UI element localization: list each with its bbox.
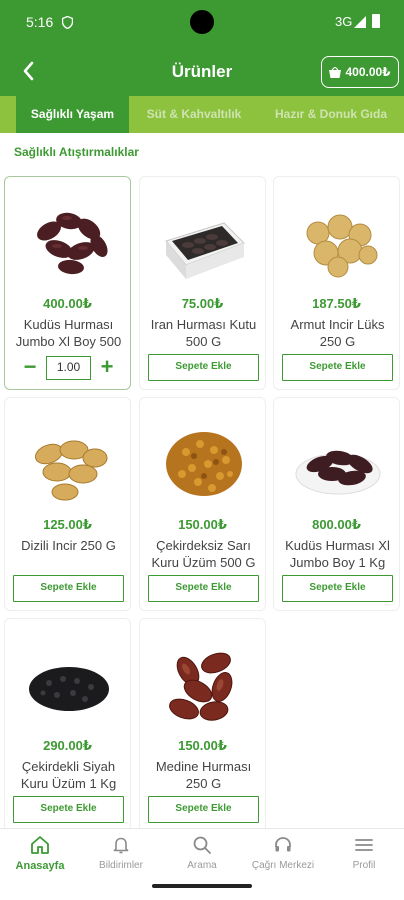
- product-name: Çekirdekli Siyah Kuru Üzüm 1 Kg: [20, 759, 117, 791]
- status-bar: 5:16 3G: [0, 0, 404, 46]
- bell-icon: [113, 837, 129, 854]
- product-card[interactable]: 800.00₺ Kudüs Hurması Xl Jumbo Boy 1 Kg …: [273, 397, 400, 611]
- product-price: 75.00₺: [181, 296, 224, 311]
- nav-notifications[interactable]: Bildirimler: [81, 829, 161, 877]
- golden-raisins-icon: [166, 432, 242, 496]
- tab-sut-kahvaltilik[interactable]: Süt & Kahvaltılık: [134, 96, 254, 133]
- cart-total-label: 400.00₺: [345, 65, 391, 79]
- boxed-dates-icon: [165, 222, 245, 279]
- dried-figs-icon: [306, 214, 378, 278]
- medjool-dates-icon: [169, 652, 233, 721]
- product-name: Iran Hurması Kutu 500 G: [150, 317, 257, 349]
- product-card[interactable]: 400.00₺ Kudüs Hurması Jumbo Xl Boy 500 −…: [4, 176, 131, 390]
- battery-icon: [372, 14, 380, 28]
- add-to-cart-button[interactable]: Sepete Ekle: [148, 354, 259, 381]
- headset-icon: [275, 837, 291, 852]
- app-bar: Ürünler 400.00₺: [0, 46, 404, 96]
- dates-plate-icon: [295, 450, 381, 495]
- nav-home[interactable]: Anasayfa: [0, 829, 80, 877]
- increase-quantity-button[interactable]: +: [94, 356, 120, 380]
- black-raisins-icon: [29, 667, 109, 711]
- add-to-cart-button[interactable]: Sepete Ekle: [148, 575, 259, 602]
- home-indicator[interactable]: [152, 884, 252, 888]
- product-price: 290.00₺: [43, 738, 92, 753]
- camera-cutout: [190, 10, 214, 34]
- shield-icon: [62, 16, 73, 29]
- product-card[interactable]: 187.50₺ Armut Incir Lüks 250 G Sepete Ek…: [273, 176, 400, 390]
- product-price: 150.00₺: [178, 738, 227, 753]
- product-name: Çekirdeksiz Sarı Kuru Üzüm 500 G: [151, 538, 256, 570]
- product-name: Kudüs Hurması Jumbo Xl Boy 500: [15, 317, 122, 349]
- status-time: 5:16: [26, 14, 54, 30]
- dates-icon: [37, 212, 108, 275]
- bottom-navigation: Anasayfa Bildirimler Arama Çağrı Merkezi…: [0, 828, 404, 876]
- product-price: 150.00₺: [178, 517, 227, 532]
- category-tabs: Sağlıklı Yaşam Süt & Kahvaltılık Hazır &…: [0, 96, 404, 133]
- search-icon: [193, 836, 211, 854]
- product-name: Medine Hurması 250 G: [155, 759, 252, 791]
- nav-search[interactable]: Arama: [162, 829, 242, 877]
- quantity-value[interactable]: 1.00: [46, 356, 91, 380]
- product-card[interactable]: 150.00₺ Çekirdeksiz Sarı Kuru Üzüm 500 G…: [139, 397, 266, 611]
- product-name: Dizili Incir 250 G: [21, 538, 116, 553]
- product-name: Kudüs Hurması Xl Jumbo Boy 1 Kg: [285, 538, 390, 570]
- add-to-cart-button[interactable]: Sepete Ekle: [148, 796, 259, 823]
- add-to-cart-button[interactable]: Sepete Ekle: [13, 575, 124, 602]
- product-card[interactable]: 150.00₺ Medine Hurması 250 G Sepete Ekle: [139, 618, 266, 832]
- product-price: 125.00₺: [43, 517, 92, 532]
- quantity-stepper: − 1.00 +: [17, 356, 120, 380]
- basket-icon: [329, 66, 342, 78]
- add-to-cart-button[interactable]: Sepete Ekle: [282, 575, 393, 602]
- product-card[interactable]: 290.00₺ Çekirdekli Siyah Kuru Üzüm 1 Kg …: [4, 618, 131, 832]
- add-to-cart-button[interactable]: Sepete Ekle: [282, 354, 393, 381]
- nav-profile[interactable]: Profil: [324, 829, 404, 877]
- product-price: 187.50₺: [312, 296, 361, 311]
- decrease-quantity-button[interactable]: −: [17, 356, 43, 380]
- cart-total-button[interactable]: 400.00₺: [321, 56, 399, 88]
- nav-label: Anasayfa: [15, 860, 65, 872]
- product-price: 400.00₺: [43, 296, 92, 311]
- tab-saglikli-yasam[interactable]: Sağlıklı Yaşam: [16, 96, 129, 133]
- home-icon: [31, 836, 49, 854]
- product-name: Armut Incir Lüks 250 G: [290, 317, 385, 349]
- product-card[interactable]: 75.00₺ Iran Hurması Kutu 500 G Sepete Ek…: [139, 176, 266, 390]
- add-to-cart-button[interactable]: Sepete Ekle: [13, 796, 124, 823]
- nav-label: Arama: [187, 860, 217, 871]
- nav-label: Çağrı Merkezi: [251, 860, 315, 871]
- string-figs-icon: [34, 440, 108, 501]
- product-price: 800.00₺: [312, 517, 361, 532]
- section-title: Sağlıklı Atıştırmalıklar: [14, 145, 139, 159]
- nav-label: Profil: [352, 860, 376, 871]
- nav-call-center[interactable]: Çağrı Merkezi: [243, 829, 323, 877]
- menu-icon: [355, 839, 373, 851]
- tab-hazir-donuk-gida[interactable]: Hazır & Donuk Gıda: [262, 96, 400, 133]
- product-card[interactable]: 125.00₺ Dizili Incir 250 G Sepete Ekle: [4, 397, 131, 611]
- signal-icon: [354, 16, 366, 28]
- network-type: 3G: [335, 14, 353, 29]
- nav-label: Bildirimler: [99, 860, 143, 871]
